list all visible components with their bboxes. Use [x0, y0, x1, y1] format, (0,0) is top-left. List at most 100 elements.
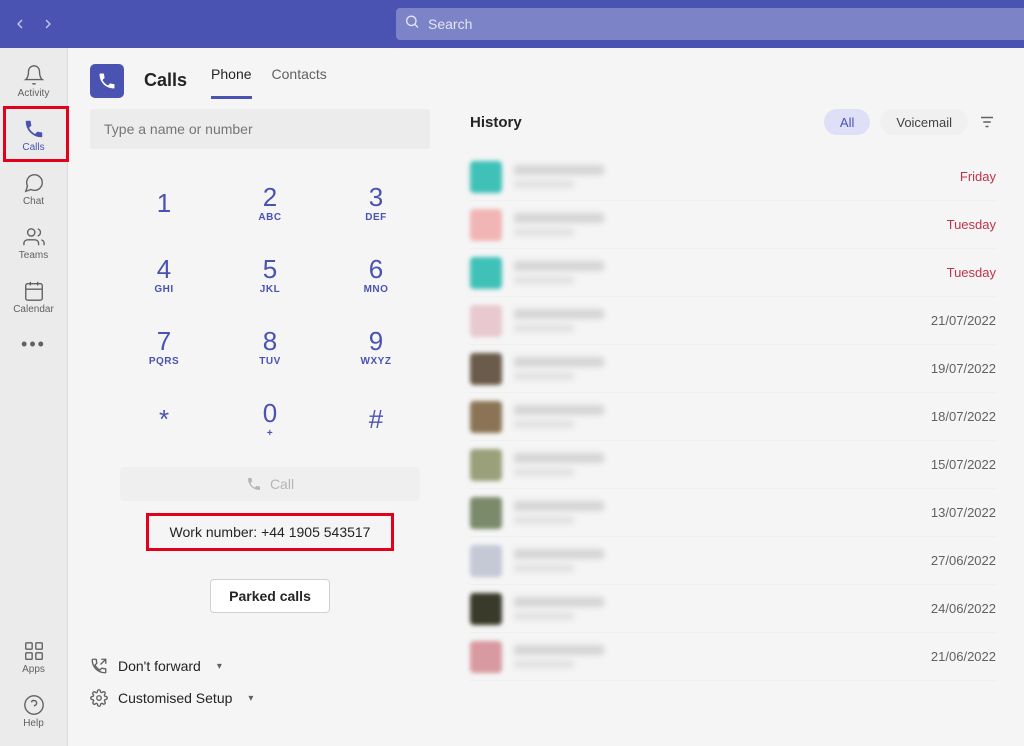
history-item[interactable]: 19/07/2022	[470, 345, 996, 393]
call-info	[514, 645, 931, 668]
avatar	[470, 305, 502, 337]
page-title: Calls	[144, 70, 187, 91]
call-info	[514, 357, 931, 380]
call-date: 27/06/2022	[931, 553, 996, 568]
title-bar	[0, 0, 1024, 48]
filter-icon[interactable]	[978, 113, 996, 131]
history-item[interactable]: 21/06/2022	[470, 633, 996, 681]
dialpad-key-6[interactable]: 6MNO	[323, 239, 429, 311]
rail-teams[interactable]: Teams	[0, 216, 68, 270]
call-date: 13/07/2022	[931, 505, 996, 520]
avatar	[470, 161, 502, 193]
call-date: Tuesday	[947, 265, 996, 280]
avatar	[470, 497, 502, 529]
back-icon[interactable]	[12, 16, 28, 32]
page-header: Calls Phone Contacts	[68, 48, 1024, 99]
dialpad-digit: 1	[157, 190, 171, 216]
dialpad-key-8[interactable]: 8TUV	[217, 311, 323, 383]
forward-setting[interactable]: Don't forward ▾	[90, 657, 450, 675]
app-rail: Activity Calls Chat Teams Calendar ••• A…	[0, 48, 68, 746]
dialpad-letters: +	[267, 428, 273, 439]
call-date: 21/07/2022	[931, 313, 996, 328]
call-info	[514, 549, 931, 572]
dialpad-key-#[interactable]: #	[323, 383, 429, 455]
rail-activity[interactable]: Activity	[0, 54, 68, 108]
history-item[interactable]: 13/07/2022	[470, 489, 996, 537]
filter-all[interactable]: All	[824, 109, 870, 135]
history-item[interactable]: 21/07/2022	[470, 297, 996, 345]
work-number: Work number: +44 1905 543517	[146, 513, 394, 551]
dialpad-letters: PQRS	[149, 356, 179, 367]
history-item[interactable]: Tuesday	[470, 249, 996, 297]
call-date: 24/06/2022	[931, 601, 996, 616]
rail-help[interactable]: Help	[0, 684, 68, 738]
call-date: Tuesday	[947, 217, 996, 232]
call-info	[514, 597, 931, 620]
history-item[interactable]: 15/07/2022	[470, 441, 996, 489]
setup-label: Customised Setup	[118, 690, 232, 706]
rail-label: Apps	[22, 664, 45, 675]
more-icon: •••	[21, 334, 46, 355]
avatar	[470, 641, 502, 673]
dialpad-digit: 0	[263, 400, 277, 426]
call-button-label: Call	[270, 476, 294, 492]
chevron-down-icon: ▾	[248, 693, 253, 704]
tab-contacts[interactable]: Contacts	[272, 62, 327, 99]
rail-calendar[interactable]: Calendar	[0, 270, 68, 324]
call-info	[514, 309, 931, 332]
call-date: 21/06/2022	[931, 649, 996, 664]
rail-label: Help	[23, 718, 44, 729]
history-item[interactable]: 24/06/2022	[470, 585, 996, 633]
forward-label: Don't forward	[118, 658, 201, 674]
history-item[interactable]: Friday	[470, 153, 996, 201]
call-button[interactable]: Call	[120, 467, 420, 501]
history-item[interactable]: 27/06/2022	[470, 537, 996, 585]
rail-label: Teams	[19, 250, 48, 261]
parked-calls-button[interactable]: Parked calls	[210, 579, 330, 613]
forward-icon[interactable]	[40, 16, 56, 32]
history-filters: All Voicemail	[824, 109, 996, 135]
dialpad-digit: *	[159, 406, 169, 432]
setup-setting[interactable]: Customised Setup ▾	[90, 689, 450, 707]
search-wrap	[396, 8, 1024, 40]
dialpad-letters: GHI	[154, 284, 173, 295]
dialpad-key-2[interactable]: 2ABC	[217, 167, 323, 239]
dialpad-digit: 3	[369, 184, 383, 210]
dialpad-letters: TUV	[259, 356, 281, 367]
rail-more[interactable]: •••	[0, 324, 68, 364]
main-area: Calls Phone Contacts 1 2ABC3DEF 4GHI5JKL6M…	[68, 48, 1024, 746]
avatar	[470, 209, 502, 241]
dialpad-digit: 2	[263, 184, 277, 210]
dialpad-key-7[interactable]: 7PQRS	[111, 311, 217, 383]
calls-app-icon	[90, 64, 124, 98]
call-info	[514, 165, 960, 188]
call-date: 18/07/2022	[931, 409, 996, 424]
history-panel: History All Voicemail Friday Tuesday Tue…	[470, 109, 1002, 745]
call-info	[514, 261, 947, 284]
call-info	[514, 453, 931, 476]
dialpad-key-1[interactable]: 1	[111, 167, 217, 239]
rail-chat[interactable]: Chat	[0, 162, 68, 216]
avatar	[470, 401, 502, 433]
history-item[interactable]: 18/07/2022	[470, 393, 996, 441]
search-input[interactable]	[396, 8, 1024, 40]
dialpad-key-5[interactable]: 5JKL	[217, 239, 323, 311]
dialpad-key-9[interactable]: 9WXYZ	[323, 311, 429, 383]
dialpad-key-0[interactable]: 0+	[217, 383, 323, 455]
dialpad-key-3[interactable]: 3DEF	[323, 167, 429, 239]
history-item[interactable]: Tuesday	[470, 201, 996, 249]
tab-phone[interactable]: Phone	[211, 62, 251, 99]
dialer-panel: 12ABC3DEF4GHI5JKL6MNO7PQRS8TUV9WXYZ*0+# …	[90, 109, 450, 745]
dial-input[interactable]	[90, 109, 430, 149]
rail-apps[interactable]: Apps	[0, 630, 68, 684]
filter-voicemail[interactable]: Voicemail	[880, 109, 968, 135]
history-title: History	[470, 114, 522, 131]
phone-icon	[246, 476, 262, 492]
dialpad-letters: WXYZ	[361, 356, 392, 367]
dialpad-digit: 5	[263, 256, 277, 282]
dialpad-key-*[interactable]: *	[111, 383, 217, 455]
dialpad-digit: 6	[369, 256, 383, 282]
rail-calls[interactable]: Calls	[0, 108, 68, 162]
call-date: Friday	[960, 169, 996, 184]
dialpad-key-4[interactable]: 4GHI	[111, 239, 217, 311]
